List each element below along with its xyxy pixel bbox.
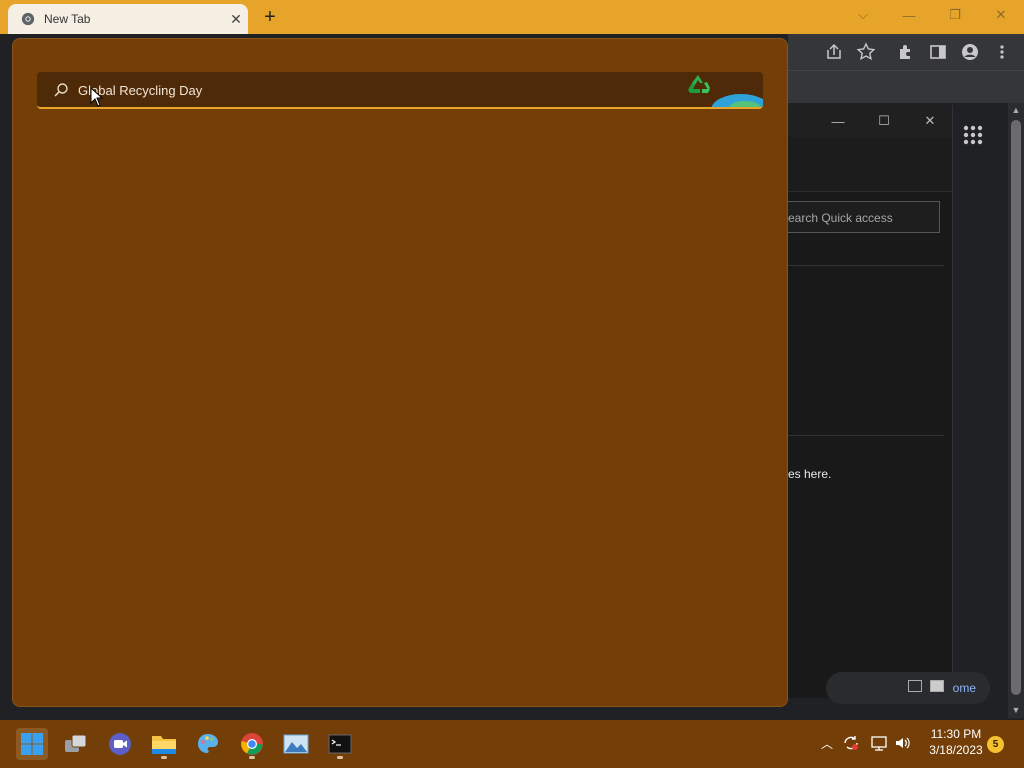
minimize-button[interactable]: — xyxy=(894,4,924,26)
taskbar: ︿ 11:30 PM 3/18/2023 xyxy=(0,720,1024,768)
clock[interactable]: 11:30 PM 3/18/2023 xyxy=(916,726,996,758)
running-indicator xyxy=(161,756,167,759)
mouse-cursor-icon xyxy=(90,87,104,107)
explorer-empty-message: es here. xyxy=(788,467,832,481)
video-camera-icon xyxy=(109,733,131,755)
global-recycling-day-doodle-icon[interactable] xyxy=(673,72,763,109)
browser-titlebar: New Tab ✕ + ⌵ — ❐ ✕ xyxy=(0,0,1024,34)
task-view-button[interactable] xyxy=(60,728,92,760)
restore-button[interactable]: ❐ xyxy=(940,4,970,26)
extensions-icon[interactable] xyxy=(896,42,916,62)
explorer-titlebar: — ☐ ✕ xyxy=(788,105,952,137)
explorer-address-area xyxy=(788,137,952,192)
clock-time: 11:30 PM xyxy=(930,727,982,741)
folder-icon xyxy=(152,736,176,754)
explorer-close-button[interactable]: ✕ xyxy=(918,111,942,131)
file-explorer-window: — ☐ ✕ earch Quick access es here. xyxy=(788,105,953,698)
browser-toolbar xyxy=(788,34,1024,70)
running-indicator xyxy=(249,756,255,759)
volume-icon[interactable] xyxy=(894,734,912,752)
notification-badge[interactable]: 5 xyxy=(987,736,1004,753)
side-panel-icon[interactable] xyxy=(928,42,948,62)
divider xyxy=(788,435,944,436)
sync-icon[interactable] xyxy=(842,734,860,752)
new-tab-button[interactable]: + xyxy=(258,5,282,29)
clock-date: 3/18/2023 xyxy=(929,743,983,757)
profile-icon[interactable] xyxy=(960,42,980,62)
paint-palette-icon xyxy=(198,734,218,753)
details-view-icon[interactable] xyxy=(908,680,922,692)
running-indicator xyxy=(337,756,343,759)
tab-title: New Tab xyxy=(44,12,91,26)
tiles-view-icon[interactable] xyxy=(930,680,944,692)
teams-meet-button[interactable] xyxy=(104,728,136,760)
explorer-minimize-button[interactable]: — xyxy=(826,111,850,131)
windows-logo-icon xyxy=(21,733,43,755)
tab-close-icon[interactable]: ✕ xyxy=(224,11,248,28)
google-apps-icon[interactable] xyxy=(962,124,984,146)
bookmark-star-icon[interactable] xyxy=(856,42,876,62)
chrome-button[interactable] xyxy=(236,728,268,760)
paint-button[interactable] xyxy=(192,728,224,760)
divider xyxy=(788,265,944,266)
scroll-down-arrow-icon[interactable]: ▼ xyxy=(1009,705,1023,717)
network-icon[interactable] xyxy=(870,734,888,752)
share-icon[interactable] xyxy=(824,42,844,62)
close-window-button[interactable]: ✕ xyxy=(986,4,1016,26)
explorer-maximize-button[interactable]: ☐ xyxy=(872,111,896,131)
terminal-button[interactable] xyxy=(324,728,356,760)
chrome-icon xyxy=(241,733,263,755)
show-hidden-icons-chevron-icon[interactable]: ︿ xyxy=(818,734,836,752)
task-view-icon xyxy=(65,734,87,752)
search-box[interactable]: Global Recycling Day xyxy=(37,72,763,109)
scroll-thumb[interactable] xyxy=(1011,120,1021,695)
tab-search-icon[interactable]: ⌵ xyxy=(848,4,878,26)
photos-button[interactable] xyxy=(280,728,312,760)
file-explorer-button[interactable] xyxy=(148,728,180,760)
photos-icon xyxy=(283,734,309,754)
start-button[interactable] xyxy=(16,728,48,760)
chrome-tab-icon xyxy=(21,12,35,26)
terminal-icon xyxy=(328,734,352,754)
search-icon xyxy=(54,83,68,97)
bookmarks-bar xyxy=(788,70,1024,103)
browser-tab[interactable]: New Tab ✕ xyxy=(8,4,248,34)
windows-search-flyout xyxy=(12,38,788,707)
more-menu-icon[interactable] xyxy=(992,42,1012,62)
explorer-search-input[interactable]: earch Quick access xyxy=(788,201,940,233)
scroll-up-arrow-icon[interactable]: ▲ xyxy=(1009,105,1023,117)
